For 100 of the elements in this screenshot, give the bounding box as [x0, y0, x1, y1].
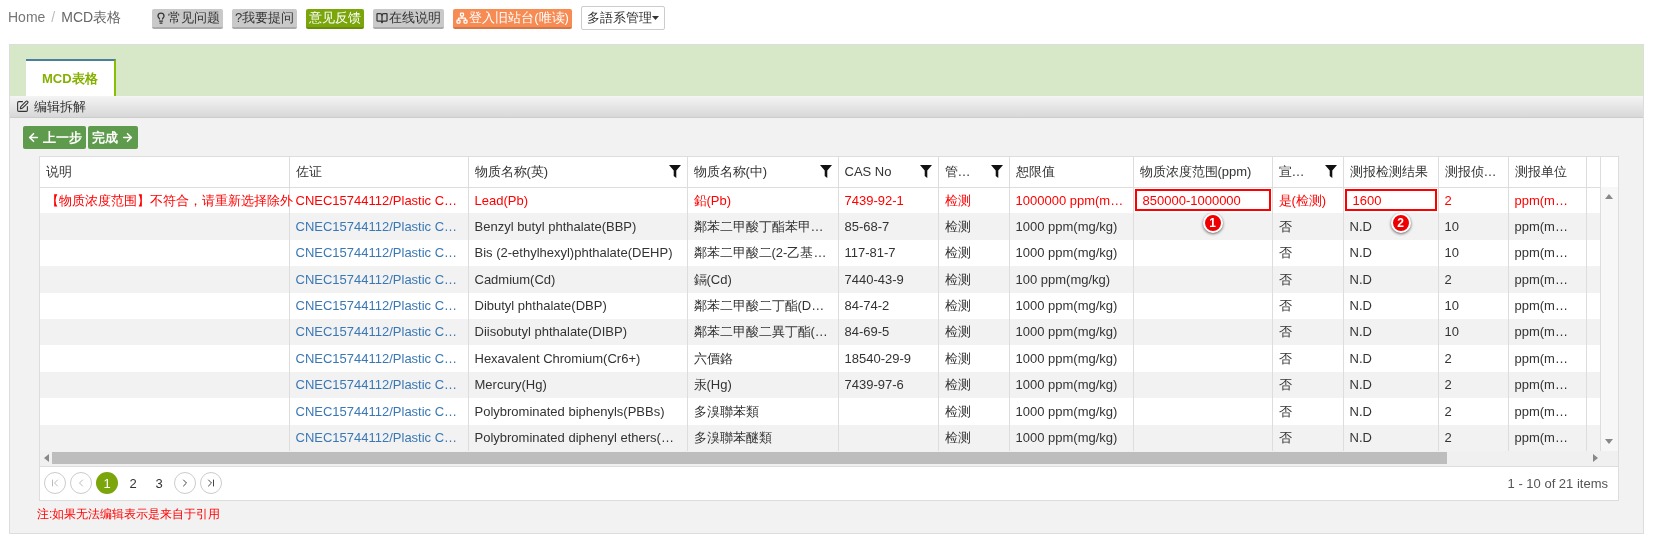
column-header[interactable]: 宣…	[1278, 162, 1305, 182]
table-cell-text: Cadmium(Cd)	[473, 270, 557, 289]
evidence-link[interactable]: CNEC15744112/Plastic C…	[289, 321, 464, 344]
table-cell-text: Polybrominated diphenyl ethers(…	[473, 428, 675, 447]
evidence-link[interactable]: CNEC15744112/Plastic C…	[289, 268, 464, 291]
language-dropdown[interactable]: 多語系管理	[580, 6, 665, 30]
table-cell-text: 18540-29-9	[843, 349, 912, 368]
table-cell-text: 检测	[943, 244, 972, 263]
table-cell-text: ppm(m…	[1513, 376, 1569, 395]
table-cell-text: Mercury(Hg)	[473, 376, 548, 395]
table-cell-text: Polybrominated biphenyls(PBBs)	[473, 402, 666, 421]
table-cell-text: 否	[1277, 217, 1293, 236]
table-cell-text: 84-69-5	[843, 323, 891, 342]
page-button[interactable]: 2	[122, 472, 144, 495]
column-header[interactable]: 物质名称(中)	[693, 162, 768, 182]
scroll-down-icon[interactable]	[1604, 437, 1614, 445]
table-cell-text: 1000 ppm(mg/kg)	[1014, 323, 1119, 342]
table-cell-text: 多溴聯苯類	[692, 402, 760, 421]
table-cell-text: N.D	[1348, 270, 1373, 289]
filter-icon[interactable]	[919, 165, 932, 179]
table-cell-text: 7439-97-6	[843, 376, 905, 395]
table-cell-text: 否	[1277, 349, 1293, 368]
breadcrumb-link[interactable]: Home	[8, 7, 46, 28]
table-cell-text: 鎘(Cd)	[692, 270, 733, 289]
evidence-link[interactable]: CNEC15744112/Plastic C…	[289, 241, 464, 264]
breadcrumb-separator: /	[51, 8, 56, 27]
table-cell-text: 检测	[943, 191, 972, 210]
scroll-up-icon[interactable]	[1604, 193, 1614, 200]
book-icon	[376, 12, 389, 24]
filter-icon[interactable]	[668, 165, 681, 179]
evidence-link[interactable]: CNEC15744112/Plastic C…	[289, 347, 464, 370]
toolbar-button[interactable]: 在线说明	[373, 9, 445, 29]
column-header[interactable]: 管…	[944, 162, 971, 182]
table-cell-text: 2	[1443, 402, 1453, 421]
last-page-icon	[205, 477, 217, 490]
scroll-thumb[interactable]	[52, 452, 1447, 465]
scroll-left-icon[interactable]	[42, 453, 50, 464]
table-cell-text: ppm(m…	[1513, 297, 1569, 315]
table-cell-text: 100 ppm(mg/kg)	[1014, 270, 1112, 289]
evidence-link[interactable]: CNEC15744112/Plastic C…	[289, 400, 464, 423]
toolbar-button[interactable]: 常见问题	[152, 9, 223, 29]
column-header[interactable]: 物质浓度范围(ppm)	[1139, 162, 1252, 182]
evidence-link[interactable]: CNEC15744112/Plastic C…	[289, 426, 464, 449]
table-cell-text: Benzyl butyl phthalate(BBP)	[473, 217, 638, 236]
table-cell-text: N.D	[1348, 349, 1373, 368]
table-cell-text: ppm(m…	[1513, 402, 1569, 421]
column-header[interactable]: 恕限值	[1015, 162, 1055, 182]
evidence-link[interactable]: CNEC15744112/Plastic C…	[289, 373, 464, 396]
table-cell-text: 10	[1443, 217, 1460, 236]
table-cell-text: ppm(m…	[1513, 217, 1569, 236]
toolbar-button[interactable]: ?我要提问	[232, 9, 298, 29]
filter-icon[interactable]	[819, 165, 832, 179]
table-cell-text: 1000 ppm(mg/kg)	[1014, 297, 1119, 315]
column-header[interactable]: 测报侦…	[1444, 162, 1497, 182]
column-header[interactable]: 物质名称(英)	[474, 162, 549, 182]
sitemap-icon	[456, 12, 469, 24]
column-header[interactable]: 测报检测结果	[1349, 162, 1428, 182]
table-cell-text: ppm(m…	[1513, 244, 1569, 263]
table-cell-text: Lead(Pb)	[473, 191, 529, 210]
table-cell-text: N.D	[1348, 428, 1373, 447]
column-header[interactable]: 佐证	[295, 162, 322, 182]
table-cell-text: Hexavalent Chromium(Cr6+)	[473, 349, 642, 368]
table-cell-text: 1000 ppm(mg/kg)	[1014, 244, 1119, 263]
table-cell-text: 否	[1277, 270, 1293, 289]
table-cell-text: N.D	[1348, 297, 1373, 315]
table-cell-text: ppm(m…	[1513, 349, 1569, 368]
table-cell-text: 否	[1277, 376, 1293, 395]
table-cell-text: ppm(m…	[1513, 323, 1569, 342]
highlighted-cell: 1600	[1344, 189, 1437, 212]
table-cell-text: 检测	[943, 217, 972, 236]
table-cell-text: 是(检测)	[1277, 191, 1328, 210]
table-cell-text: N.D	[1348, 217, 1373, 236]
scroll-right-icon[interactable]	[1592, 453, 1599, 464]
table-cell-text: 84-74-2	[843, 297, 891, 315]
table-cell-text: 鄰苯二甲酸二(2-乙基…	[692, 244, 828, 263]
table-cell-text: N.D	[1348, 323, 1373, 342]
column-header[interactable]: 说明	[46, 162, 72, 182]
evidence-link[interactable]: CNEC15744112/Plastic C…	[289, 215, 464, 238]
table-cell-text: 1000 ppm(mg/kg)	[1014, 376, 1119, 395]
table-cell-text: 否	[1277, 428, 1293, 447]
filter-icon[interactable]	[990, 165, 1003, 179]
table-cell-text: 汞(Hg)	[692, 376, 733, 395]
table-cell-text: 2	[1443, 349, 1453, 368]
column-header[interactable]: 测报单位	[1514, 162, 1567, 182]
table-cell-text: 检测	[943, 349, 972, 368]
first-page-icon	[49, 477, 61, 490]
table-cell-text: 2	[1443, 270, 1453, 289]
table-cell-text: 否	[1277, 297, 1293, 315]
lightbulb-icon	[155, 12, 167, 24]
table-cell-text: 六價鉻	[692, 349, 734, 368]
table-cell-text: 否	[1277, 244, 1293, 263]
table-cell-text: 检测	[943, 297, 972, 315]
table-cell-text: 多溴聯苯醚類	[692, 428, 773, 447]
table-cell-text: 鉛(Pb)	[692, 191, 733, 210]
evidence-link[interactable]: CNEC15744112/Plastic C…	[289, 294, 464, 317]
filter-icon[interactable]	[1324, 165, 1337, 179]
table-cell-text: 鄰苯二甲酸丁酯苯甲…	[692, 217, 825, 236]
table-cell-text: 检测	[943, 323, 972, 342]
page-button[interactable]: 3	[148, 472, 170, 495]
column-header[interactable]: CAS No	[844, 162, 892, 182]
